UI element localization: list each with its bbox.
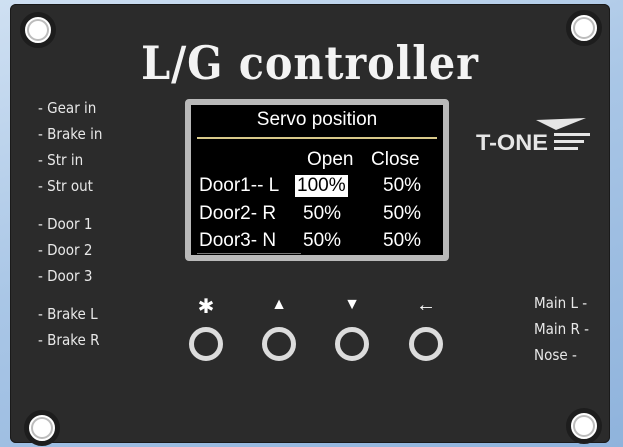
pin-label-brake-in: - Brake in (38, 125, 103, 143)
pin-label-gear-in: - Gear in (38, 99, 97, 117)
cell-door2-open[interactable]: 50% (303, 203, 341, 225)
pin-label-main-r: Main R - (534, 320, 590, 338)
t-one-logo: T-ONE (476, 118, 590, 155)
pin-label-brake-l: - Brake L (38, 305, 98, 323)
pin-label-door-2: - Door 2 (38, 241, 93, 259)
screen-title-divider (197, 137, 437, 139)
up-button[interactable] (262, 327, 296, 361)
mount-hole-bottom-right (566, 408, 602, 444)
row-label-door3: Door3- N (199, 230, 277, 251)
controller-title: L/G controller (141, 36, 479, 90)
right-pin-labels: Main L - Main R - Nose - (534, 290, 589, 368)
pin-label-door-3: - Door 3 (38, 267, 93, 285)
pin-label-str-out: - Str out (38, 177, 93, 195)
cell-door3-close[interactable]: 50% (383, 230, 421, 252)
svg-text:T-ONE: T-ONE (476, 130, 548, 155)
up-arrow-icon: ▲ (271, 296, 287, 313)
mount-hole-bottom-left (24, 410, 60, 446)
pin-label-brake-r: - Brake R (38, 331, 100, 349)
pin-label-door-1: - Door 1 (38, 215, 93, 233)
left-pin-labels: - Gear in - Brake in - Str in - Str out … (38, 95, 102, 353)
settings-button[interactable] (189, 327, 223, 361)
cell-door3-open[interactable]: 50% (303, 230, 341, 252)
lcd-screen: Servo position Open Close Door1-- L 100%… (185, 99, 449, 261)
row-label-door1: Door1-- L (199, 175, 280, 196)
cell-door2-close[interactable]: 50% (383, 203, 421, 225)
cell-door1-open[interactable]: 100% (295, 175, 348, 197)
gear-icon: ✱ (197, 296, 215, 318)
column-header-open: Open (307, 149, 354, 170)
down-arrow-icon: ▼ (344, 296, 360, 313)
controller-panel: L/G controller - Gear in - Brake in - St… (10, 4, 610, 446)
screen-title: Servo position (256, 109, 378, 130)
pin-label-nose: Nose - (534, 346, 577, 364)
back-arrow-icon: ← (416, 294, 436, 316)
pin-label-main-l: Main L - (534, 294, 588, 312)
pin-label-str-in: - Str in (38, 151, 84, 169)
row-label-door2: Door2- R (199, 203, 277, 224)
row-underline (197, 253, 301, 254)
down-button[interactable] (335, 327, 369, 361)
cell-door1-close[interactable]: 50% (383, 175, 421, 197)
back-button[interactable] (409, 327, 443, 361)
column-header-close: Close (371, 149, 420, 170)
